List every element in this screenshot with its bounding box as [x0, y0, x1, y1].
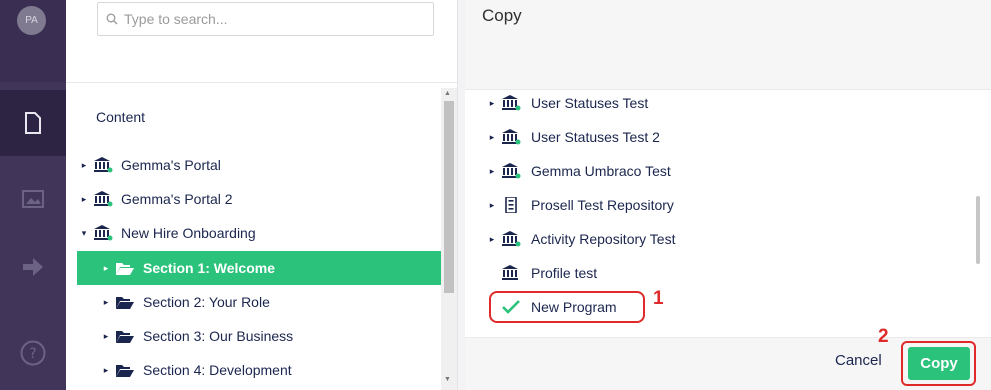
- list-item[interactable]: Profile test: [485, 256, 597, 290]
- arrow-right-icon: [23, 258, 43, 276]
- search-input[interactable]: Type to search...: [97, 2, 434, 36]
- institution-icon: [94, 191, 113, 207]
- tree-title: Content: [96, 109, 146, 125]
- folder-open-icon: [116, 263, 134, 275]
- caret-right-icon[interactable]: ▸: [485, 166, 499, 177]
- folder-open-icon: [116, 365, 134, 377]
- media-section-button[interactable]: [0, 166, 66, 232]
- tree-item[interactable]: ▾ New Hire Onboarding: [77, 216, 441, 250]
- annotation-highlight-box: [489, 291, 645, 323]
- scroll-down-icon[interactable]: ▼: [444, 376, 451, 383]
- panel-divider: [457, 0, 465, 390]
- tree-item-label: New Hire Onboarding: [121, 225, 256, 241]
- avatar[interactable]: PA: [17, 6, 46, 35]
- dialog-header: [465, 0, 991, 90]
- list-item-label: Activity Repository Test: [531, 231, 676, 247]
- dialog-title: Copy: [482, 6, 522, 25]
- folder-open-icon: [116, 331, 134, 343]
- help-icon: ?: [20, 340, 46, 366]
- institution-icon: [502, 95, 521, 111]
- list-item[interactable]: ▸ User Statuses Test 2: [485, 120, 660, 154]
- caret-right-icon[interactable]: ▸: [485, 200, 499, 211]
- caret-right-icon[interactable]: ▸: [99, 365, 113, 376]
- list-item-label: Gemma Umbraco Test: [531, 163, 671, 179]
- image-icon: [22, 190, 44, 208]
- search-placeholder: Type to search...: [124, 11, 228, 27]
- tree-item[interactable]: ▸ Gemma's Portal 2: [77, 182, 441, 216]
- caret-right-icon[interactable]: ▸: [99, 297, 113, 308]
- tree-item-label: Section 3: Our Business: [143, 328, 294, 344]
- list-item[interactable]: ▸ Prosell Test Repository: [485, 188, 674, 222]
- repository-icon: [505, 197, 517, 213]
- institution-icon: [94, 157, 113, 173]
- list-item[interactable]: ▸ Activity Repository Test: [485, 222, 675, 256]
- scroll-up-icon[interactable]: ▲: [444, 90, 451, 97]
- search-icon: [106, 13, 118, 25]
- tree-item-label: Gemma's Portal: [121, 157, 221, 173]
- document-icon: [25, 112, 41, 134]
- tree-item[interactable]: ▸ Section 3: Our Business: [77, 319, 441, 353]
- list-item[interactable]: ▸ User Statuses Test: [485, 86, 648, 120]
- annotation-number-1: 1: [653, 288, 664, 309]
- tree-item-label: Section 2: Your Role: [143, 294, 270, 310]
- list-item-label: Prosell Test Repository: [531, 197, 674, 213]
- copy-button[interactable]: Copy: [908, 347, 970, 380]
- svg-text:?: ?: [29, 346, 36, 362]
- tree-item-selected[interactable]: ▸ Section 1: Welcome: [77, 251, 441, 285]
- caret-right-icon[interactable]: ▸: [77, 194, 91, 205]
- copy-dialog: Copy ▸ User Statuses Test ▸ User Statuse…: [465, 0, 991, 390]
- tree-item-label: Section 1: Welcome: [143, 260, 276, 276]
- caret-right-icon[interactable]: ▸: [99, 331, 113, 342]
- cancel-button[interactable]: Cancel: [835, 352, 882, 369]
- caret-right-icon[interactable]: ▸: [77, 160, 91, 171]
- caret-right-icon[interactable]: ▸: [485, 234, 499, 245]
- tree-item[interactable]: ▸ Section 4: Development: [77, 353, 441, 387]
- institution-icon: [502, 231, 521, 247]
- annotation-number-2: 2: [878, 326, 889, 347]
- dialog-scrollbar-thumb[interactable]: [976, 196, 980, 264]
- content-tree-panel: Type to search... Content ▸ Gemma's Port…: [66, 0, 457, 390]
- tree-item[interactable]: ▸ Section 2: Your Role: [77, 285, 441, 319]
- tree-item-label: Gemma's Portal 2: [121, 191, 233, 207]
- list-item-label: User Statuses Test: [531, 95, 649, 111]
- tree-scrollbar-thumb[interactable]: [444, 101, 454, 293]
- institution-icon: [502, 265, 518, 280]
- tree-header-separator: [66, 82, 457, 90]
- list-item[interactable]: ▸ Gemma Umbraco Test: [485, 154, 671, 188]
- caret-right-icon[interactable]: ▸: [485, 132, 499, 143]
- tree-item-label: Section 4: Development: [143, 362, 292, 378]
- content-section-button[interactable]: [0, 90, 66, 156]
- tree-item[interactable]: ▸ Gemma's Portal: [77, 148, 441, 182]
- institution-icon: [502, 163, 521, 179]
- caret-down-icon[interactable]: ▾: [77, 228, 91, 239]
- folder-open-icon: [116, 297, 134, 309]
- redirect-section-button[interactable]: [0, 234, 66, 300]
- caret-right-icon[interactable]: ▸: [485, 98, 499, 109]
- institution-icon: [502, 129, 521, 145]
- app-sidebar: PA ?: [0, 0, 66, 390]
- help-section-button[interactable]: ?: [0, 320, 66, 386]
- list-item-label: User Statuses Test 2: [531, 129, 660, 145]
- caret-right-icon[interactable]: ▸: [99, 263, 113, 274]
- institution-icon: [94, 225, 113, 241]
- list-item-label: Profile test: [531, 265, 598, 281]
